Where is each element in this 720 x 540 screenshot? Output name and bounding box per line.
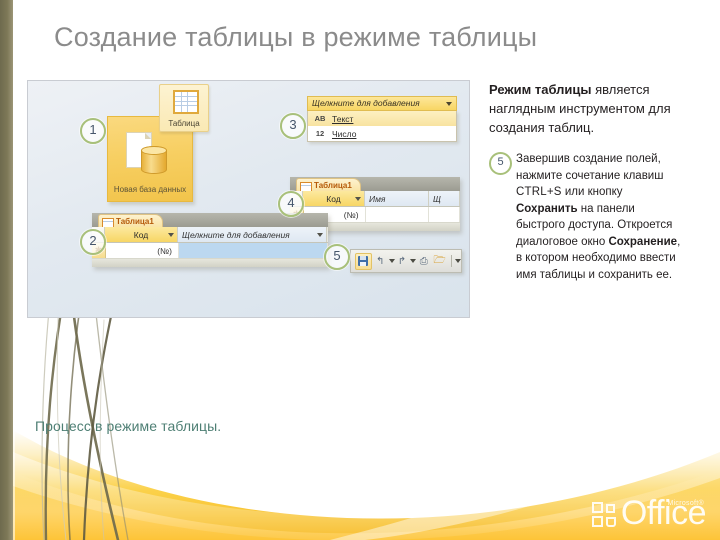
lead-paragraph-bold: Режим таблицы — [489, 82, 592, 97]
left-strip-highlight — [13, 0, 15, 540]
column-header-kod-4[interactable]: Код — [303, 191, 365, 206]
bullet-item-5: 5 Завершив создание полей, нажмите сочета… — [489, 151, 685, 283]
bullet-part1: Завершив создание полей, нажмите сочетан… — [516, 153, 664, 182]
toolbar-separator — [450, 255, 452, 267]
column-header-add-4-label: Щ — [433, 193, 441, 204]
datasheet-tab-4-label: Таблица1 — [314, 181, 352, 190]
dropdown-item-number-label: Число — [332, 128, 357, 139]
datasheet-row-2[interactable]: ✱ (№) — [92, 243, 328, 259]
column-header-add-2-label: Щелкните для добавления — [182, 229, 290, 240]
dropdown-item-text-label: Текст — [332, 113, 354, 124]
cell-add-4[interactable] — [429, 207, 460, 222]
datasheet-tabbar-4: Таблица1 — [290, 177, 460, 192]
body-text-column: Режим таблицы является наглядным инструм… — [489, 80, 685, 283]
callout-2: 2 — [80, 229, 106, 255]
cell-imya-4[interactable] — [366, 207, 430, 222]
bullet-bold-dialog: Сохранение — [608, 235, 678, 248]
add-field-dropdown-list[interactable]: AB Текст 12 Число — [307, 111, 457, 142]
ribbon-table-button[interactable]: Таблица — [159, 84, 209, 132]
number-type-icon: 12 — [315, 129, 325, 138]
column-header-add-4[interactable]: Щ — [429, 191, 460, 206]
datasheet-tab-2-label: Таблица1 — [116, 217, 154, 226]
screenshot-frame: 1 Новая база данных Таблица 3 Щелкните д… — [27, 80, 470, 318]
page-title: Создание таблицы в режиме таблицы — [54, 22, 538, 52]
undo-icon[interactable]: ↰ — [373, 254, 388, 269]
new-database-label: Новая база данных — [113, 185, 187, 194]
ribbon-table-button-label: Таблица — [168, 119, 200, 128]
column-header-kod-4-label: Код — [326, 193, 341, 204]
database-cylinder-icon — [141, 146, 167, 174]
bullet-bold-save: Сохранить — [516, 202, 578, 215]
bullet-number-5: 5 — [489, 152, 512, 175]
callout-4: 4 — [278, 191, 304, 217]
redo-icon[interactable]: ↱ — [395, 254, 410, 269]
datasheet-footer-2 — [92, 259, 328, 267]
datasheet-tab-2[interactable]: Таблица1 — [98, 214, 163, 228]
bullet-part2: или кнопку — [561, 186, 623, 198]
callout-1: 1 — [80, 118, 106, 144]
slide-canvas: Создание таблицы в режиме таблицы 1 Нова… — [0, 0, 720, 540]
office-trademark: Microsoft® — [667, 500, 704, 507]
add-field-dropdown-header[interactable]: Щелкните для добавления — [307, 96, 457, 111]
add-field-dropdown[interactable]: Щелкните для добавления AB Текст 12 Числ… — [307, 96, 457, 142]
chevron-down-icon — [355, 197, 361, 201]
column-header-imya-4-label: Имя — [369, 193, 386, 204]
dropdown-item-text[interactable]: AB Текст — [308, 111, 456, 126]
callout-5: 5 — [324, 244, 350, 270]
chevron-down-icon — [446, 102, 452, 106]
column-header-add-2[interactable]: Щелкните для добавления — [178, 227, 327, 242]
column-header-kod-2[interactable]: Код — [105, 227, 178, 242]
slide-caption: Процесс в режиме таблицы. — [35, 418, 222, 434]
column-header-kod-2-label: Код — [133, 229, 149, 240]
dropdown-item-number[interactable]: 12 Число — [308, 126, 456, 141]
open-icon[interactable]: 🗁 — [432, 254, 447, 269]
left-accent-strip — [0, 0, 13, 540]
office-logo: Office Microsoft® — [591, 488, 707, 530]
callout-3: 3 — [280, 113, 306, 139]
print-icon[interactable]: ⎙ — [416, 254, 431, 269]
column-header-imya-4[interactable]: Имя — [365, 191, 429, 206]
office-squares-icon — [591, 502, 618, 528]
cell-add-2[interactable] — [179, 243, 328, 258]
datasheet-tab-4[interactable]: Таблица1 — [296, 178, 361, 192]
add-field-dropdown-header-label: Щелкните для добавления — [312, 98, 420, 108]
bullet-shortcut: CTRL+S — [516, 186, 562, 198]
table-grid-icon — [173, 90, 199, 114]
datasheet-header-2: Код Щелкните для добавления — [92, 227, 328, 243]
lead-paragraph: Режим таблицы является наглядным инструм… — [489, 80, 685, 137]
chevron-down-icon — [317, 233, 323, 237]
cell-kod-2[interactable]: (№) — [106, 243, 179, 258]
office-wordmark: Office Microsoft® — [621, 496, 707, 530]
chevron-down-icon — [168, 233, 174, 237]
text-type-icon: AB — [314, 114, 326, 123]
datasheet-header-4: Код Имя Щ — [290, 191, 460, 207]
datasheet-window-2: Таблица1 Код Щелкните для добавления ✱ (… — [92, 213, 328, 267]
customize-icon[interactable] — [454, 259, 461, 263]
